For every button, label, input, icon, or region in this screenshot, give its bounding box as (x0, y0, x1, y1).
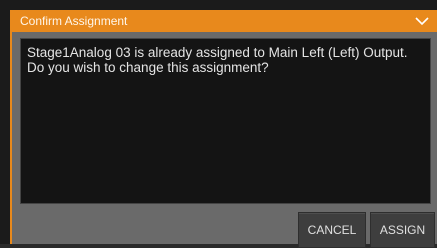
chevron-down-icon[interactable] (411, 10, 433, 32)
cancel-button[interactable]: CANCEL (298, 212, 366, 248)
dialog-title: Confirm Assignment (20, 14, 128, 28)
dialog-message: Stage1Analog 03 is already assigned to M… (27, 45, 408, 75)
message-panel: Stage1Analog 03 is already assigned to M… (20, 38, 431, 204)
assign-button[interactable]: ASSIGN (370, 212, 435, 248)
dialog-titlebar: Confirm Assignment (12, 10, 437, 32)
confirm-assignment-dialog: Confirm Assignment Stage1Analog 03 is al… (10, 10, 437, 248)
